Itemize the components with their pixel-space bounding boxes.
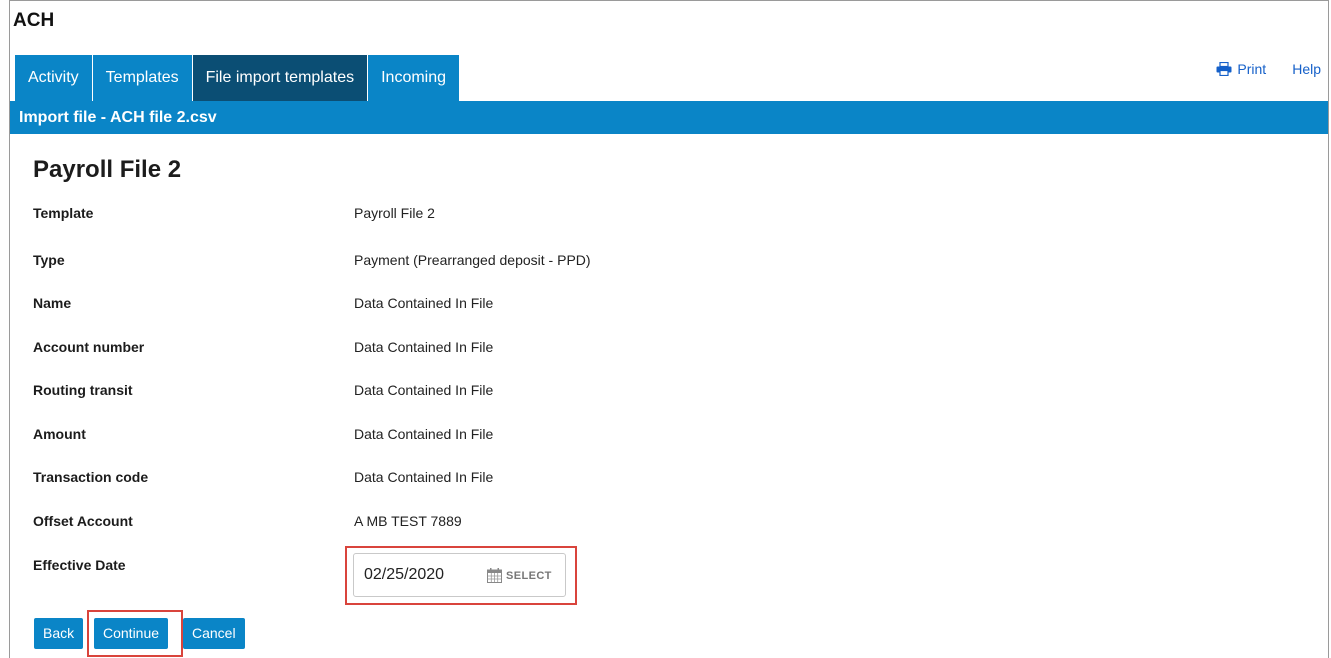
calendar-icon [487,568,502,583]
detail-label: Transaction code [33,469,149,485]
detail-value: A MB TEST 7889 [354,513,462,529]
detail-value: Data Contained In File [354,426,494,442]
detail-label: Routing transit [33,382,133,398]
cancel-button[interactable]: Cancel [183,618,245,649]
detail-value: Data Contained In File [354,469,494,485]
effective-date-value[interactable]: 02/25/2020 [364,566,444,584]
detail-value: Data Contained In File [354,382,494,398]
detail-label: Template [33,205,94,221]
tab-templates[interactable]: Templates [92,55,193,101]
continue-button[interactable]: Continue [94,618,169,649]
detail-label: Account number [33,339,145,355]
detail-label: Offset Account [33,513,133,529]
tab-bar: Activity Templates File import templates… [15,55,461,101]
printer-icon [1216,62,1232,76]
detail-label: Type [33,252,65,268]
tab-file-import-templates[interactable]: File import templates [192,55,369,101]
detail-label: Amount [33,426,86,442]
tab-incoming[interactable]: Incoming [368,55,461,101]
print-link[interactable]: Print [1216,61,1266,77]
detail-value: Payment (Prearranged deposit - PPD) [354,252,591,268]
help-link[interactable]: Help [1292,61,1321,77]
detail-value: Data Contained In File [354,339,494,355]
page-title: Payroll File 2 [33,156,182,183]
detail-value: Data Contained In File [354,295,494,311]
detail-value: Payroll File 2 [354,205,435,221]
date-select-label: SELECT [506,569,552,582]
effective-date-label: Effective Date [33,557,126,573]
utility-links: Print Help [1216,61,1321,77]
back-button[interactable]: Back [34,618,84,649]
app-title: ACH [13,10,55,31]
tab-activity[interactable]: Activity [15,55,93,101]
section-header: Import file - ACH file 2.csv [10,101,1328,134]
detail-label: Name [33,295,72,311]
date-select-button[interactable]: SELECT [487,568,552,583]
print-label: Print [1237,61,1267,77]
effective-date-field[interactable]: 02/25/2020 SELECT [353,553,566,597]
